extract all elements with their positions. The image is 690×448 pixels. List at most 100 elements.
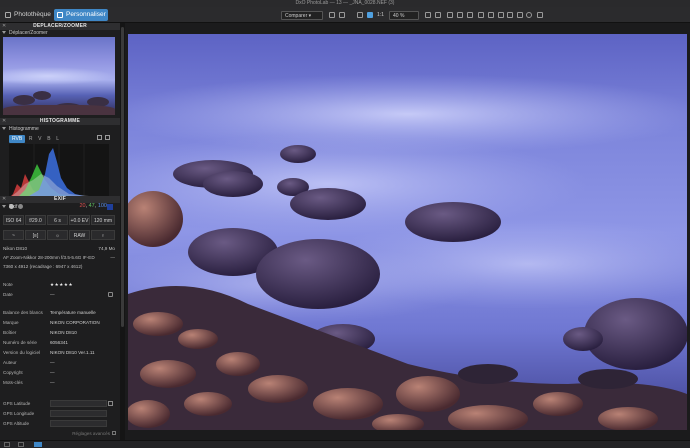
- meta-row-gps-latitude: GPS Latitude: [3, 399, 115, 408]
- star-rating[interactable]: ★★★★★: [50, 280, 73, 289]
- move-zoom-palette-header[interactable]: ✕ DÉPLACER/ZOOMER: [0, 23, 120, 30]
- meta-row-rating: Note ★★★★★: [3, 280, 74, 289]
- color-swatch: [107, 204, 113, 210]
- camera-line: Nikon D810 74,9 Mo: [3, 245, 115, 252]
- chevron-down-icon: [2, 205, 6, 209]
- dimensions-line: 7360 x 4912 (recadrage : 6947 x 4612): [3, 263, 115, 270]
- exif-aperture: f/29.0: [25, 215, 46, 225]
- highlight-clipping-icon[interactable]: [18, 204, 23, 209]
- red-eye-icon[interactable]: [457, 12, 463, 18]
- palette-title: EXIF: [54, 196, 66, 202]
- window-title: DxO PhotoLab — 13 — _JNA_0028.NEF (3): [295, 0, 395, 6]
- thumbnail-pebbles: [3, 105, 115, 115]
- link-icon[interactable]: [507, 12, 513, 18]
- zoom-select[interactable]: 40 %: [389, 11, 419, 20]
- customize-icon: [57, 12, 63, 18]
- histogram-tools: [94, 135, 110, 142]
- meta-row-gps-longitude: GPS Longitude: [3, 409, 115, 418]
- lens-line: AF Zoom-Nikkor 28-200mm f/3.5-5.6G IF-ED…: [3, 254, 115, 261]
- view-mode-icon[interactable]: [329, 12, 335, 18]
- channel-rgb[interactable]: RVB: [9, 135, 26, 143]
- thumbnail-mist: [3, 67, 115, 85]
- meta-row-wb: Balance des blancs Température manuelle: [3, 310, 96, 315]
- local-adjust-icon[interactable]: [478, 12, 484, 18]
- navigator-thumbnail[interactable]: [3, 37, 115, 115]
- main-toolbar: Photothèque Personnaliser Comparer ▾ 1:1…: [0, 7, 690, 23]
- perspective-icon[interactable]: [447, 12, 453, 18]
- close-palette-icon[interactable]: ✕: [2, 118, 6, 125]
- exposure-mode-icon: ~: [3, 230, 24, 240]
- tab-customize[interactable]: Personnaliser: [54, 9, 108, 21]
- palette-title: DÉPLACER/ZOOMER: [33, 23, 87, 29]
- meta-row-software: Version du logiciel NIKON D810 Ver.1.11: [3, 350, 95, 355]
- tab-label: Photothèque: [14, 11, 51, 18]
- tab-label: Personnaliser: [66, 11, 106, 18]
- zoom-1to1-button[interactable]: 1:1: [377, 11, 384, 20]
- display-icon[interactable]: [97, 135, 102, 140]
- exif-iso: ISO 64: [3, 215, 24, 225]
- repair-icon[interactable]: [467, 12, 473, 18]
- meta-row-keywords: Mots-clés —: [3, 380, 55, 385]
- pixel-values: 20, 47, 100: [79, 203, 107, 209]
- lens-name: AF Zoom-Nikkor 28-200mm f/3.5-5.6G IF-ED: [3, 255, 95, 260]
- left-sidebar: ✕ DÉPLACER/ZOOMER Déplacer/Zoomer ✕ HIST…: [0, 23, 120, 440]
- histogram-footer: 20, 47, 100: [9, 203, 113, 211]
- metering-icon: [≡]: [25, 230, 46, 240]
- white-balance-icon[interactable]: [425, 12, 431, 18]
- compare-button[interactable]: Comparer ▾: [281, 11, 323, 20]
- file-size: 74,9 Mo: [98, 246, 115, 251]
- flash-icon: ☼: [47, 230, 68, 240]
- gps-pin-icon: ♀: [91, 230, 115, 240]
- filmstrip-toggle-icon[interactable]: [4, 442, 10, 447]
- histogram-subheader[interactable]: Histogramme: [2, 126, 39, 133]
- edit-date-icon[interactable]: [108, 292, 113, 297]
- meta-row-body: Boîtier NIKON D810: [3, 330, 77, 335]
- open-map-icon[interactable]: [108, 401, 113, 406]
- advanced-settings-icon: [112, 431, 116, 435]
- channel-b[interactable]: B: [45, 135, 52, 143]
- brush-icon[interactable]: [498, 12, 504, 18]
- lens-dash: —: [110, 255, 115, 260]
- histogram-palette-header[interactable]: ✕ HISTOGRAMME: [0, 118, 120, 125]
- crop-icon[interactable]: [357, 12, 363, 18]
- settings-icon[interactable]: [105, 135, 110, 140]
- value-red: 20: [79, 203, 86, 209]
- preview-eye-icon[interactable]: [526, 12, 532, 18]
- gps-latitude-field[interactable]: [50, 400, 107, 407]
- bottom-status-bar: [0, 440, 690, 448]
- exif-subheader[interactable]: Exif: [2, 204, 17, 211]
- tab-photolibrary[interactable]: Photothèque: [2, 9, 52, 21]
- move-zoom-subheader[interactable]: Déplacer/Zoomer: [2, 30, 48, 37]
- camera-model: Nikon D810: [3, 246, 28, 251]
- meta-row-make: Marque NIKON CORPORATION: [3, 320, 100, 325]
- image-dimensions: 7360 x 4912 (recadrage : 6947 x 4612): [3, 264, 83, 269]
- fullscreen-icon[interactable]: [537, 12, 543, 18]
- graduated-filter-icon[interactable]: [488, 12, 494, 18]
- scrollbar-thumb[interactable]: [121, 27, 124, 327]
- channel-l[interactable]: L: [54, 135, 61, 143]
- exif-palette-header[interactable]: ✕ EXIF: [0, 196, 120, 203]
- advanced-settings-button[interactable]: Réglages avancés: [62, 430, 116, 437]
- image-viewer[interactable]: [125, 23, 690, 440]
- photo-long-exposure-seascape: [128, 34, 687, 430]
- close-icon[interactable]: [18, 442, 24, 447]
- straighten-icon[interactable]: [435, 12, 441, 18]
- chevron-down-icon: [2, 31, 6, 35]
- split-view-icon[interactable]: [339, 12, 345, 18]
- histogram-graph: [9, 144, 109, 198]
- close-palette-icon[interactable]: ✕: [2, 23, 6, 30]
- gps-altitude-field[interactable]: [50, 420, 107, 427]
- channel-r[interactable]: R: [27, 135, 35, 143]
- channel-v[interactable]: V: [36, 135, 43, 143]
- title-bar: DxO PhotoLab — 13 — _JNA_0028.NEF (3): [0, 0, 690, 7]
- close-palette-icon[interactable]: ✕: [2, 196, 6, 203]
- zoom-value: 40 %: [393, 13, 405, 19]
- meta-row-gps-altitude: GPS Altitude: [3, 419, 115, 428]
- gps-longitude-field[interactable]: [50, 410, 107, 417]
- exif-shutter: 6 s: [47, 215, 68, 225]
- folder-icon[interactable]: [34, 442, 42, 447]
- move-hand-icon[interactable]: [367, 12, 373, 18]
- exif-exposure-comp: +0.0 EV: [69, 215, 90, 225]
- histogram-channel-tabs: RVB R V B L: [9, 135, 61, 143]
- eyedropper-icon[interactable]: [517, 12, 523, 18]
